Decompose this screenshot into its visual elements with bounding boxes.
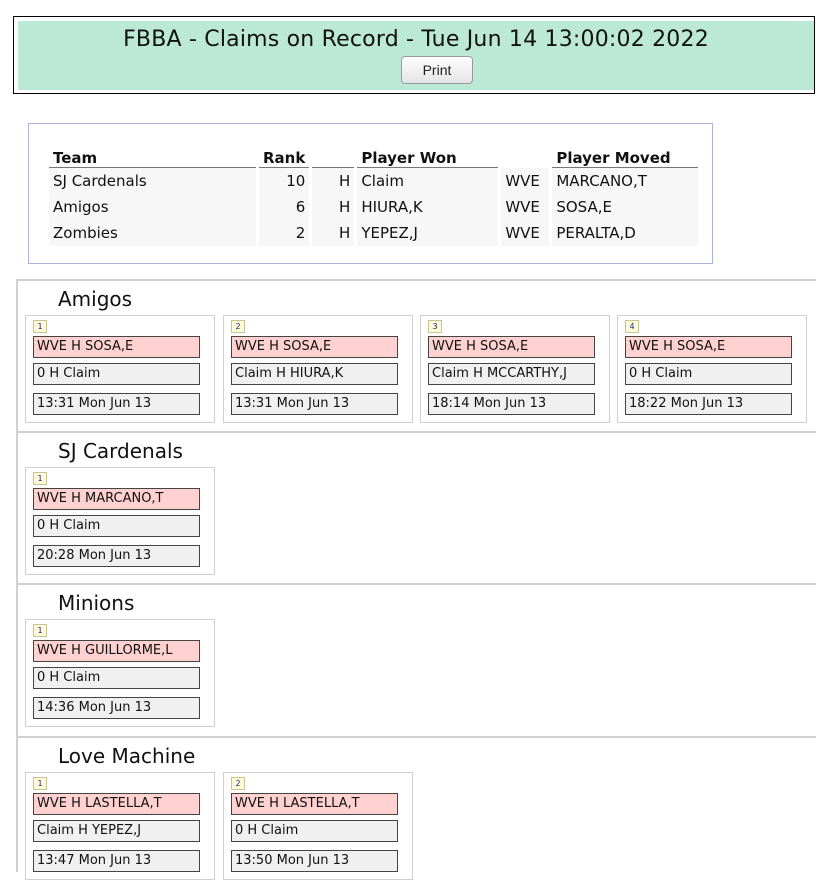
team-section-love-machine: Love Machine 1 WVE H LASTELLA,T Claim H …: [16, 736, 816, 880]
claim-player-moved: WVE H SOSA,E: [625, 336, 792, 358]
claim-card: 1 WVE H MARCANO,T 0 H Claim 20:28 Mon Ju…: [25, 467, 215, 575]
claim-player-moved: WVE H SOSA,E: [428, 336, 595, 358]
claim-number: 4: [625, 320, 639, 333]
column-header-rank: Rank: [259, 141, 310, 168]
page-title: FBBA - Claims on Record - Tue Jun 14 13:…: [123, 27, 709, 52]
cell-rank: 6: [259, 194, 310, 220]
summary-panel: Team Rank Player Won Player Moved SJ Car…: [28, 123, 713, 264]
claim-card: 2 WVE H SOSA,E Claim H HIURA,K 13:31 Mon…: [223, 315, 413, 423]
team-section-sj-cardenals: SJ Cardenals 1 WVE H MARCANO,T 0 H Claim…: [16, 431, 816, 584]
cell-pos: H: [312, 168, 355, 194]
cell-player-moved: SOSA,E: [552, 194, 699, 220]
claim-player-won: 0 H Claim: [33, 363, 200, 385]
section-title: Amigos: [58, 287, 133, 311]
section-title: Minions: [58, 591, 135, 615]
claim-player-moved: WVE H SOSA,E: [33, 336, 200, 358]
cell-player-moved: PERALTA,D: [552, 220, 699, 246]
claim-number: 1: [33, 777, 47, 790]
claim-timestamp: 18:22 Mon Jun 13: [625, 393, 792, 415]
claim-number: 2: [231, 320, 245, 333]
claim-number: 3: [428, 320, 442, 333]
claim-card: 1 WVE H LASTELLA,T Claim H YEPEZ,J 13:47…: [25, 772, 215, 880]
cell-team: Zombies: [49, 220, 256, 246]
claim-card: 4 WVE H SOSA,E 0 H Claim 18:22 Mon Jun 1…: [617, 315, 807, 423]
claim-player-won: Claim H YEPEZ,J: [33, 820, 200, 842]
claim-timestamp: 13:31 Mon Jun 13: [33, 393, 200, 415]
cell-rank: 2: [259, 220, 310, 246]
cell-rank: 10: [259, 168, 310, 194]
claim-timestamp: 18:14 Mon Jun 13: [428, 393, 595, 415]
table-row: Zombies 2 H YEPEZ,J WVE PERALTA,D: [49, 220, 699, 246]
claim-number: 1: [33, 472, 47, 485]
cell-pos: H: [312, 220, 355, 246]
claim-player-won: 0 H Claim: [231, 820, 398, 842]
claim-timestamp: 13:50 Mon Jun 13: [231, 850, 398, 872]
cell-team: SJ Cardenals: [49, 168, 256, 194]
claim-player-won: 0 H Claim: [33, 515, 200, 537]
cell-pos-code: WVE: [501, 220, 550, 246]
print-button[interactable]: Print: [401, 56, 473, 84]
team-section-minions: Minions 1 WVE H GUILLORME,L 0 H Claim 14…: [16, 583, 816, 737]
column-header-spacer: [312, 141, 355, 168]
summary-table: Team Rank Player Won Player Moved SJ Car…: [46, 141, 701, 246]
claim-player-moved: WVE H SOSA,E: [231, 336, 398, 358]
cell-team: Amigos: [49, 194, 256, 220]
table-row: Amigos 6 H HIURA,K WVE SOSA,E: [49, 194, 699, 220]
claim-player-won: Claim H MCCARTHY,J: [428, 363, 595, 385]
claim-number: 2: [231, 777, 245, 790]
cell-pos: H: [312, 194, 355, 220]
cell-player-moved: MARCANO,T: [552, 168, 699, 194]
claim-player-moved: WVE H MARCANO,T: [33, 488, 200, 510]
cell-pos-code: WVE: [501, 168, 550, 194]
claim-card: 1 WVE H SOSA,E 0 H Claim 13:31 Mon Jun 1…: [25, 315, 215, 423]
claim-player-moved: WVE H LASTELLA,T: [33, 793, 200, 815]
column-header-team: Team: [49, 141, 256, 168]
claim-player-won: 0 H Claim: [625, 363, 792, 385]
cell-pos-code: WVE: [501, 194, 550, 220]
claim-timestamp: 14:36 Mon Jun 13: [33, 697, 200, 719]
claim-timestamp: 13:31 Mon Jun 13: [231, 393, 398, 415]
table-row: SJ Cardenals 10 H Claim WVE MARCANO,T: [49, 168, 699, 194]
section-title: Love Machine: [58, 744, 196, 768]
cell-player-won: Claim: [357, 168, 499, 194]
cell-player-won: HIURA,K: [357, 194, 499, 220]
team-section-amigos: Amigos 1 WVE H SOSA,E 0 H Claim 13:31 Mo…: [16, 279, 816, 432]
cell-player-won: YEPEZ,J: [357, 220, 499, 246]
column-header-player-moved: Player Moved: [552, 141, 699, 168]
section-title: SJ Cardenals: [58, 439, 183, 463]
claim-player-moved: WVE H LASTELLA,T: [231, 793, 398, 815]
claim-player-won: Claim H HIURA,K: [231, 363, 398, 385]
claim-player-won: 0 H Claim: [33, 667, 200, 689]
claim-player-moved: WVE H GUILLORME,L: [33, 640, 200, 662]
claim-number: 1: [33, 624, 47, 637]
claim-timestamp: 13:47 Mon Jun 13: [33, 850, 200, 872]
claim-card: 1 WVE H GUILLORME,L 0 H Claim 14:36 Mon …: [25, 619, 215, 727]
summary-header-row: Team Rank Player Won Player Moved: [49, 141, 699, 168]
header-background: FBBA - Claims on Record - Tue Jun 14 13:…: [18, 21, 814, 90]
header-panel: FBBA - Claims on Record - Tue Jun 14 13:…: [13, 16, 815, 94]
claim-card: 2 WVE H LASTELLA,T 0 H Claim 13:50 Mon J…: [223, 772, 413, 880]
claim-timestamp: 20:28 Mon Jun 13: [33, 545, 200, 567]
claim-number: 1: [33, 320, 47, 333]
column-header-player-won: Player Won: [357, 141, 499, 168]
column-header-spacer: [501, 141, 549, 168]
claim-card: 3 WVE H SOSA,E Claim H MCCARTHY,J 18:14 …: [420, 315, 610, 423]
